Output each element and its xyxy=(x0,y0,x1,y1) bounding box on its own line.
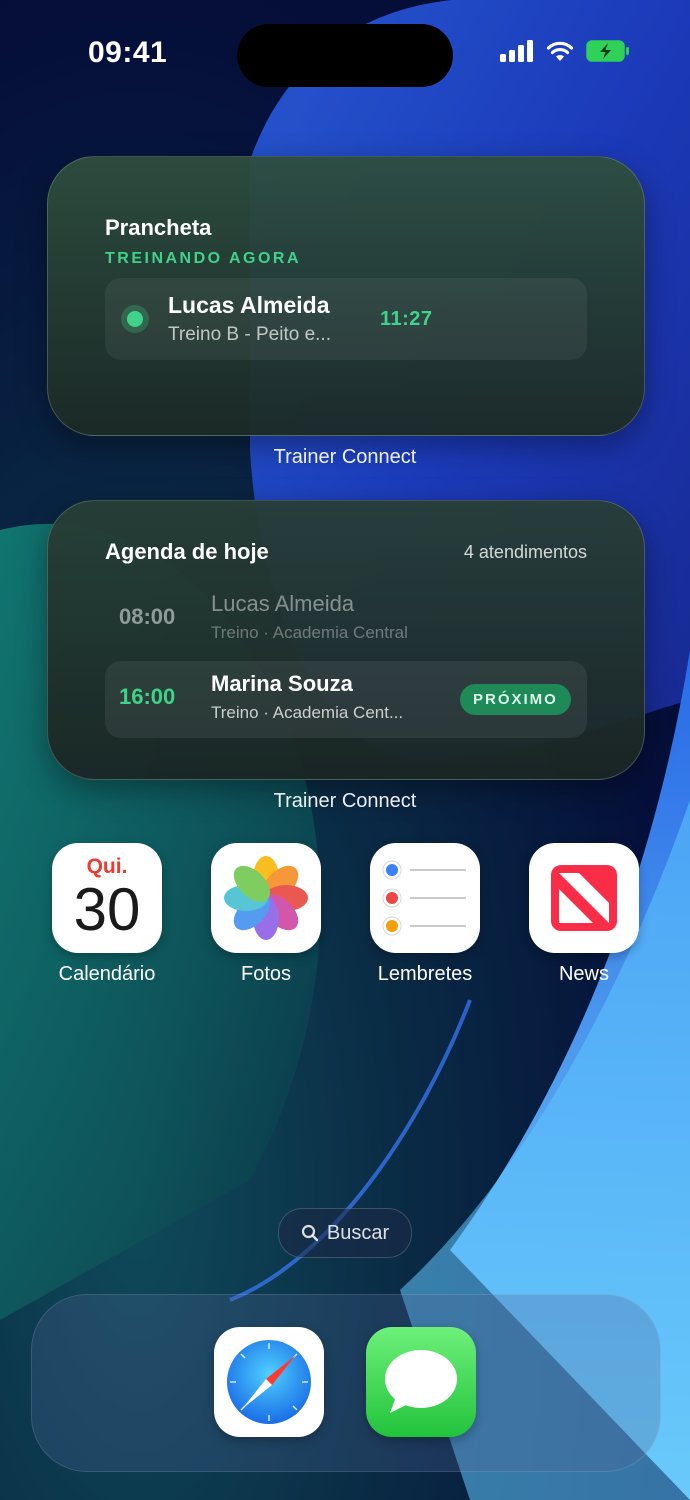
app-reminders[interactable]: Lembretes xyxy=(370,843,480,985)
dock xyxy=(31,1294,661,1472)
calendar-day-number: 30 xyxy=(73,876,141,943)
agenda-widget[interactable]: Agenda de hoje 4 atendimentos 08:00 Luca… xyxy=(47,500,645,780)
search-label: Buscar xyxy=(326,1221,390,1244)
calendar-icon: Qui. 30 xyxy=(52,843,162,953)
workout-name: Treino B - Peito e... xyxy=(168,324,331,345)
appointment-time: 08:00 xyxy=(119,604,176,629)
appointment-row[interactable]: 08:00 Lucas Almeida Treino · Academia Ce… xyxy=(105,581,587,658)
dock-messages[interactable] xyxy=(366,1327,476,1437)
client-name: Lucas Almeida xyxy=(168,292,330,318)
app-photos[interactable]: Fotos xyxy=(211,843,321,985)
app-label: Fotos xyxy=(240,963,292,985)
status-time: 09:41 xyxy=(88,36,168,69)
messages-icon xyxy=(385,1350,457,1413)
safari-icon xyxy=(227,1340,311,1424)
app-news[interactable]: News xyxy=(529,843,639,985)
appointment-detail: Treino · Academia Central xyxy=(211,623,408,642)
widget-app-label: Trainer Connect xyxy=(273,446,417,468)
app-calendar[interactable]: Qui. 30 Calendário xyxy=(52,843,162,985)
status-icons xyxy=(500,40,630,62)
widget-title: Prancheta xyxy=(105,215,212,240)
live-indicator-icon xyxy=(121,305,149,333)
dock-safari[interactable] xyxy=(214,1327,324,1437)
app-label: Lembretes xyxy=(377,963,473,985)
appointment-time: 16:00 xyxy=(119,684,176,709)
wifi-icon xyxy=(546,41,574,61)
appointment-detail: Treino · Academia Cent... xyxy=(211,703,404,722)
dynamic-island xyxy=(237,24,453,87)
appointment-client: Marina Souza xyxy=(211,671,353,696)
active-session-card[interactable]: Lucas Almeida Treino B - Peito e... 11:2… xyxy=(105,278,587,360)
live-session-widget[interactable]: Prancheta TREINANDO AGORA Lucas Almeida … xyxy=(47,156,645,436)
widget-title: Agenda de hoje xyxy=(105,539,269,564)
next-badge: PRÓXIMO xyxy=(460,684,571,715)
cellular-signal-icon xyxy=(500,40,533,62)
appointment-row-next[interactable]: 16:00 Marina Souza Treino · Academia Cen… xyxy=(105,661,587,738)
search-pill[interactable]: Buscar xyxy=(278,1208,412,1258)
appointment-client: Lucas Almeida xyxy=(211,591,355,616)
app-label: Calendário xyxy=(58,963,156,985)
appointment-count: 4 atendimentos xyxy=(463,542,587,562)
app-label: News xyxy=(558,963,609,985)
search-icon xyxy=(301,1224,319,1242)
session-timer: 11:27 xyxy=(380,308,433,330)
news-icon xyxy=(529,843,639,953)
widget-app-label: Trainer Connect xyxy=(273,790,417,812)
widget-subtitle: TREINANDO AGORA xyxy=(105,250,302,267)
battery-charging-icon xyxy=(586,40,629,62)
photos-icon xyxy=(211,843,321,953)
reminders-icon xyxy=(370,843,480,953)
